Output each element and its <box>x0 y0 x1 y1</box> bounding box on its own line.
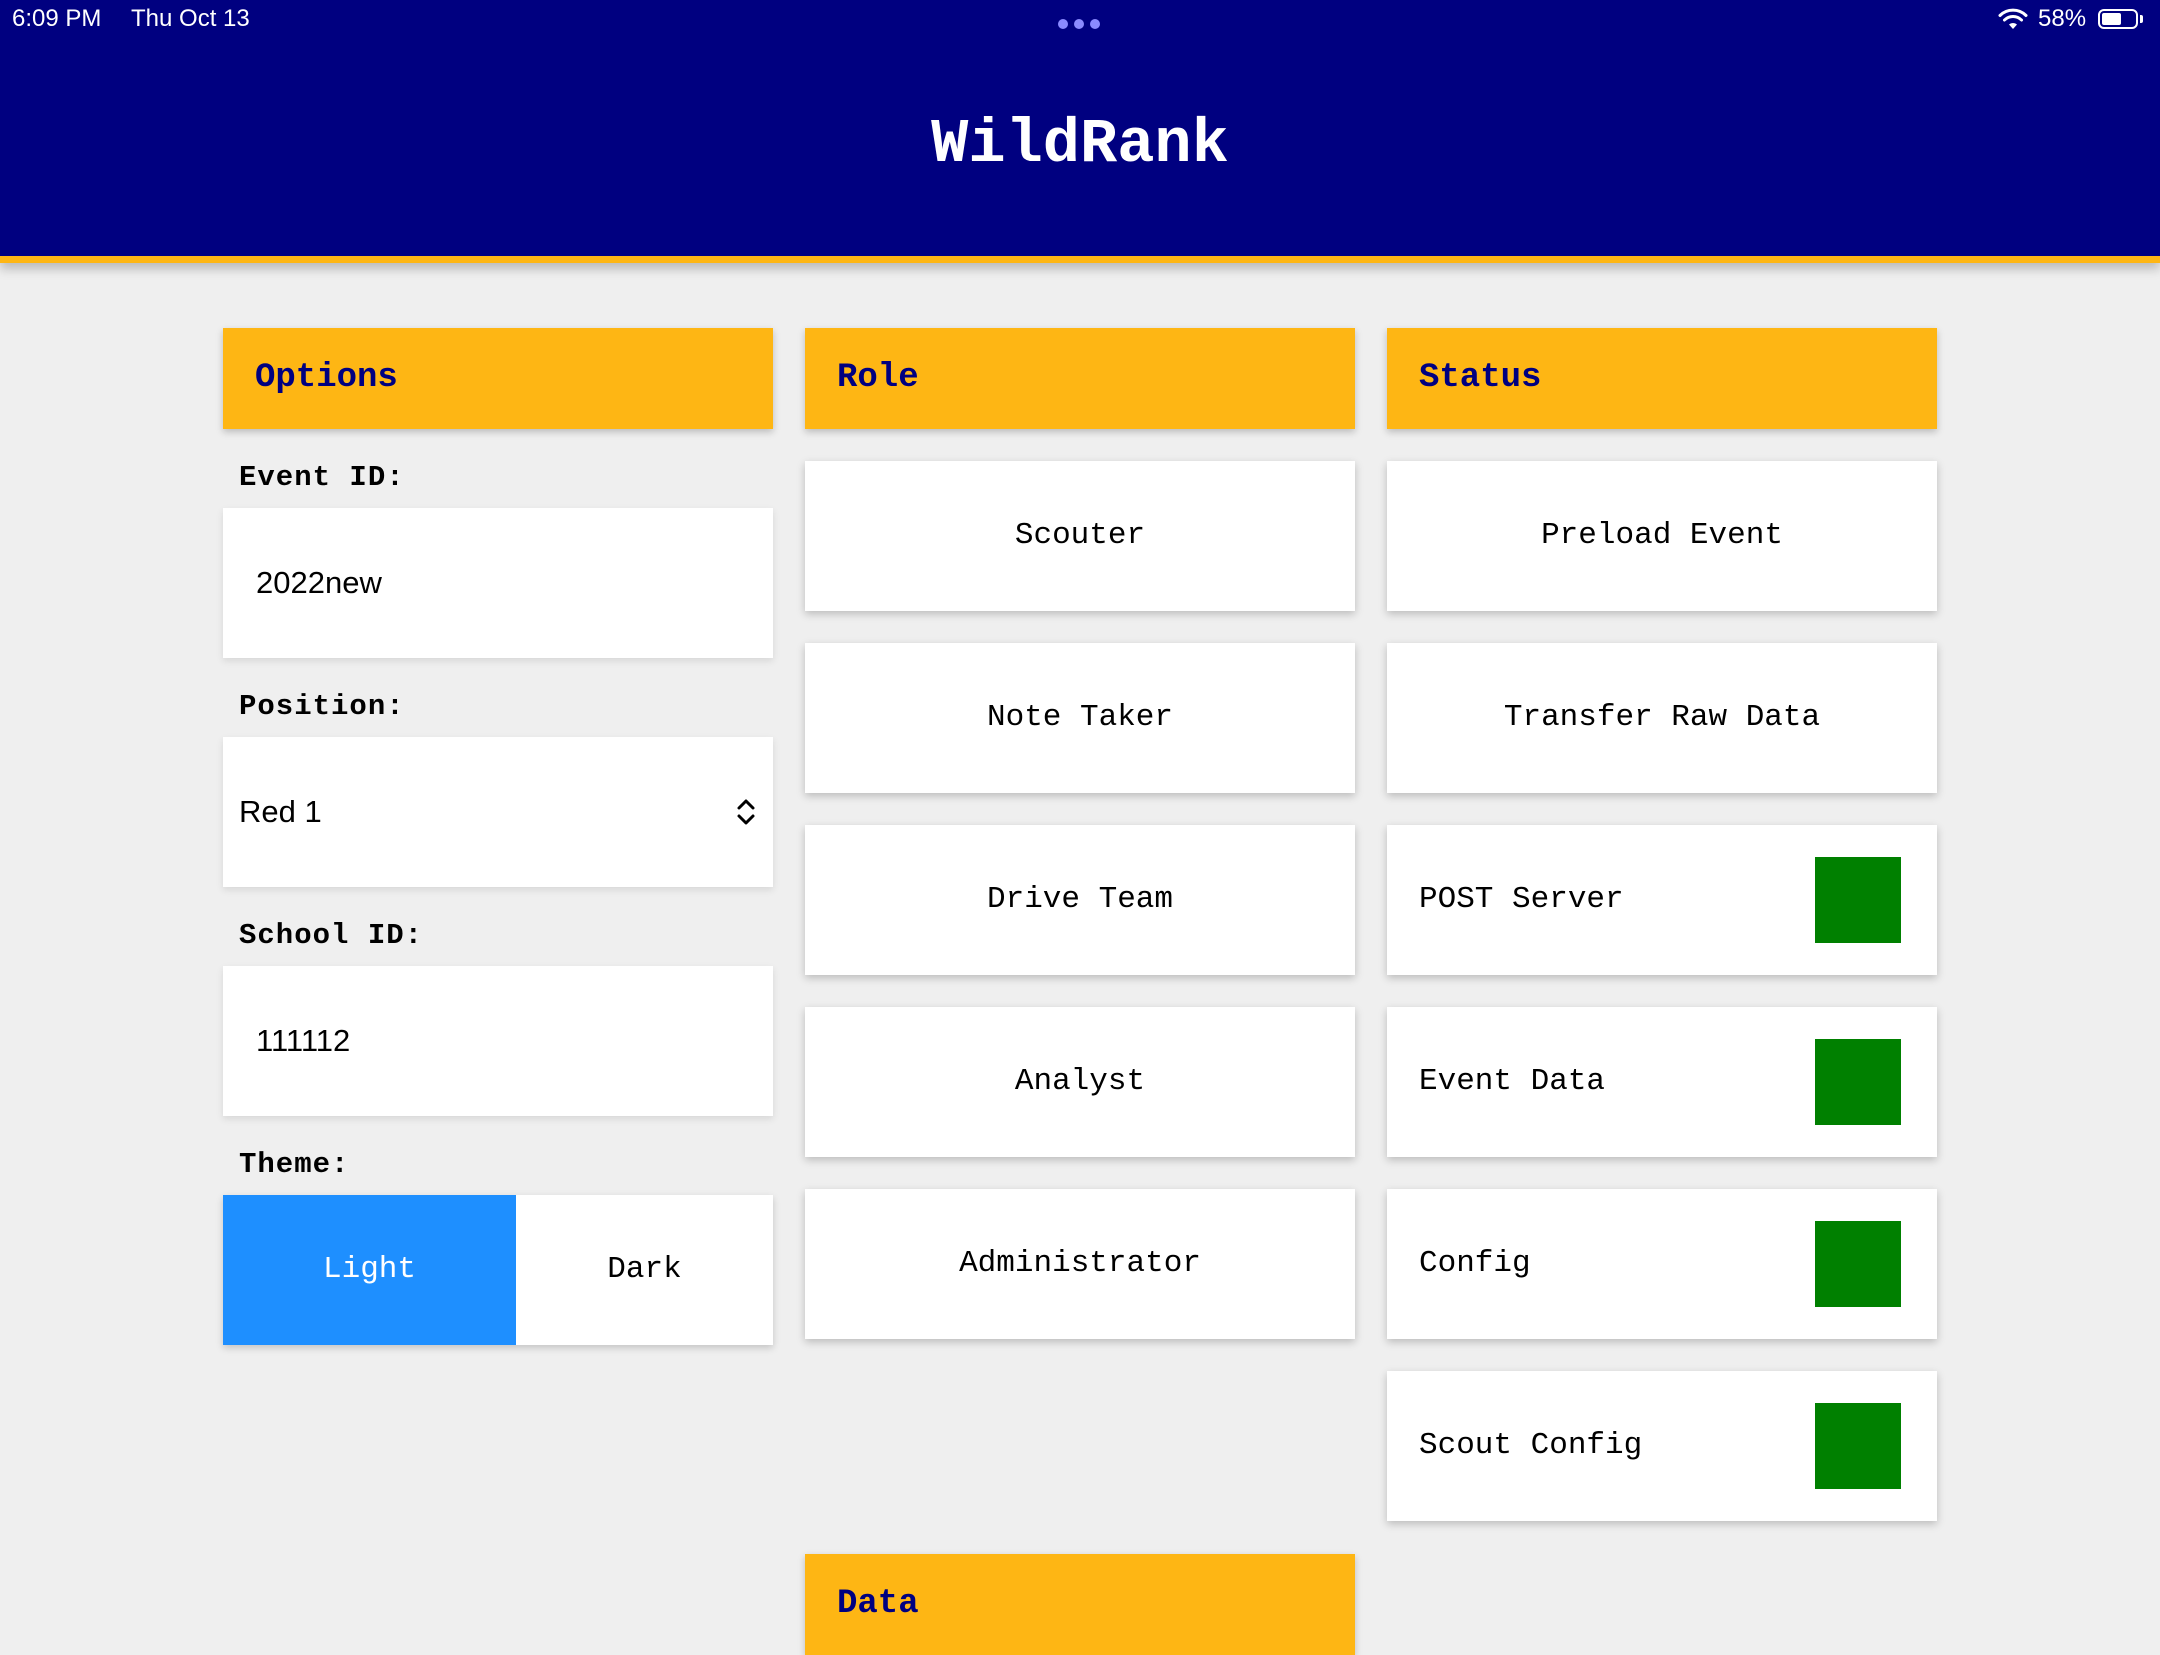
scouter-button[interactable]: Scouter <box>805 461 1355 611</box>
status-label: Config <box>1419 1246 1531 1281</box>
scout-config-status[interactable]: Scout Config <box>1387 1371 1937 1521</box>
app-header: 6:09 PM Thu Oct 13 58% WildRank <box>0 0 2160 263</box>
status-time: 6:09 PM <box>12 5 102 32</box>
position-label: Position: <box>239 690 405 723</box>
options-header: Options <box>223 328 773 429</box>
button-label: Administrator <box>959 1246 1201 1281</box>
drive-team-button[interactable]: Drive Team <box>805 825 1355 975</box>
status-label: Event Data <box>1419 1064 1606 1099</box>
data-column: Data <box>805 1554 1355 1655</box>
status-date: Thu Oct 13 <box>131 5 250 32</box>
post-server-status[interactable]: POST Server <box>1387 825 1937 975</box>
more-dots-icon[interactable] <box>1058 19 1100 29</box>
position-select[interactable]: Red 1 <box>223 737 773 887</box>
status-label: Scout Config <box>1419 1428 1643 1463</box>
theme-toggle: Light Dark <box>223 1195 773 1345</box>
status-indicator <box>1815 1221 1901 1307</box>
button-label: Analyst <box>1014 1064 1146 1099</box>
button-label: Transfer Raw Data <box>1503 700 1821 735</box>
analyst-button[interactable]: Analyst <box>805 1007 1355 1157</box>
battery-tip <box>2140 15 2143 23</box>
status-bar: 6:09 PM Thu Oct 13 58% <box>0 0 2160 40</box>
status-indicator <box>1815 1403 1901 1489</box>
school-id-input[interactable]: 111112 <box>223 966 773 1116</box>
note-taker-button[interactable]: Note Taker <box>805 643 1355 793</box>
wifi-icon <box>1998 8 2028 29</box>
status-indicator <box>1815 857 1901 943</box>
status-header: Status <box>1387 328 1937 429</box>
role-column: Role Scouter Note Taker Drive Team Analy… <box>805 328 1355 1339</box>
theme-label: Theme: <box>239 1148 350 1181</box>
battery-fill <box>2102 13 2121 25</box>
event-data-status[interactable]: Event Data <box>1387 1007 1937 1157</box>
school-id-label: School ID: <box>239 919 424 952</box>
battery-percent: 58% <box>2038 5 2087 32</box>
app-title: WildRank <box>931 109 1229 180</box>
options-column: Options Event ID: 2022new Position: Red … <box>223 328 773 1345</box>
status-column: Status Preload Event Transfer Raw Data P… <box>1387 328 1937 1521</box>
button-label: Scouter <box>1014 518 1146 553</box>
battery-icon <box>2098 9 2138 29</box>
event-id-label: Event ID: <box>239 461 405 494</box>
data-header: Data <box>805 1554 1355 1655</box>
chevron-up-down-icon <box>737 799 755 825</box>
administrator-button[interactable]: Administrator <box>805 1189 1355 1339</box>
status-indicator <box>1815 1039 1901 1125</box>
theme-option-light[interactable]: Light <box>223 1195 516 1345</box>
theme-option-dark[interactable]: Dark <box>516 1195 773 1345</box>
event-id-value: 2022new <box>256 565 382 600</box>
event-id-input[interactable]: 2022new <box>223 508 773 658</box>
role-header: Role <box>805 328 1355 429</box>
position-value: Red 1 <box>239 794 322 829</box>
config-status[interactable]: Config <box>1387 1189 1937 1339</box>
preload-event-button[interactable]: Preload Event <box>1387 461 1937 611</box>
transfer-raw-data-button[interactable]: Transfer Raw Data <box>1387 643 1937 793</box>
button-label: Preload Event <box>1541 518 1783 553</box>
button-label: Drive Team <box>986 882 1174 917</box>
status-label: POST Server <box>1419 882 1624 917</box>
button-label: Note Taker <box>986 700 1174 735</box>
school-id-value: 111112 <box>256 1023 351 1058</box>
